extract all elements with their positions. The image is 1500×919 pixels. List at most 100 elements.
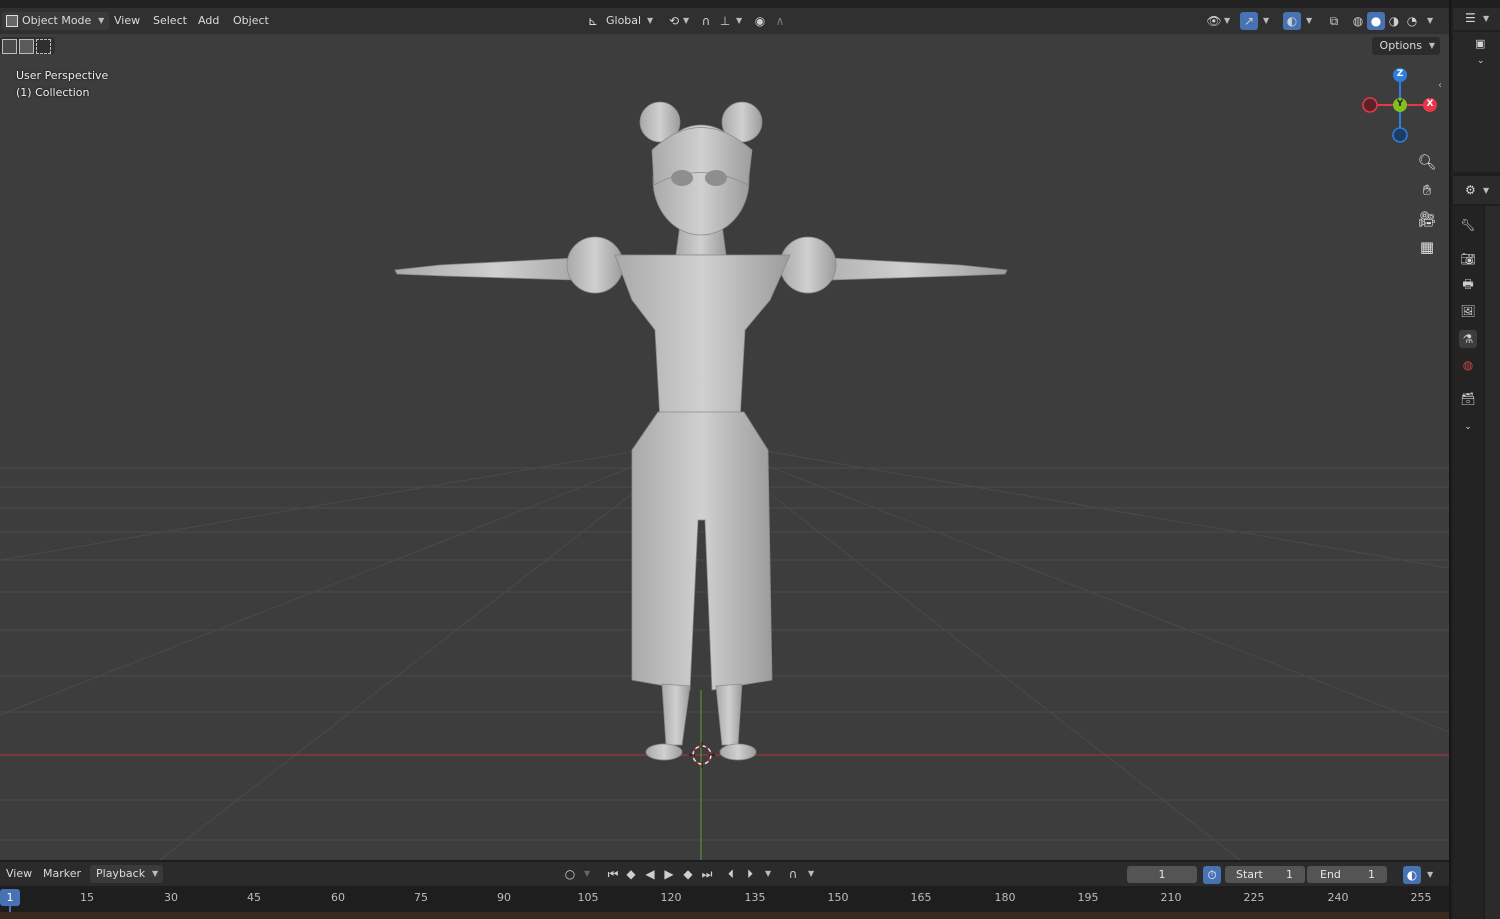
world-tab-icon[interactable]: ◍ [1459,356,1477,374]
options-dropdown[interactable]: Options ▼ [1371,37,1440,55]
ruler-tick: 120 [660,891,682,904]
ruler-tick: 150 [827,891,849,904]
overlays-toggle-icon[interactable]: ◐ [1283,12,1301,30]
solid-shading-icon[interactable]: ● [1367,12,1385,30]
jump-end-icon[interactable]: ⏭ [698,865,716,883]
3d-viewport[interactable]: Z X Y User Perspective (1) Collection Op… [0,0,1449,860]
select-new-icon[interactable] [2,39,17,54]
timeline-menu-view[interactable]: View [0,865,38,883]
view-layer-tab-icon[interactable]: 🖼︎ [1459,302,1477,320]
chevron-down-icon[interactable]: ▼ [765,869,771,878]
menu-add[interactable]: Add [192,12,225,30]
chevron-down-icon[interactable]: ▼ [1263,16,1269,25]
pan-hand-icon[interactable]: ✋︎ [1416,179,1438,201]
gizmo-x-label[interactable]: X [1424,99,1436,109]
ruler-tick: 255 [1410,891,1432,904]
right-side-panels: ☰ ▼ ▣ ⌄ ⚙ ▼ 🔧︎ 📷︎ 🖶 🖼︎ ⚗ ◍ 🗃︎ ⌄ [1449,0,1500,919]
auto-keying-icon[interactable]: ∩ [784,865,802,883]
chevron-down-icon: ▼ [98,16,105,25]
chevron-down-icon[interactable]: ▼ [683,16,689,25]
properties-header: ⚙ ▼ [1453,176,1500,204]
timeline-ruler[interactable]: 1 15 30 45 60 75 90 105 120 135 150 165 … [0,886,1449,919]
gizmo-z-label[interactable]: Z [1394,69,1406,79]
ruler-tick: 60 [331,891,345,904]
chevron-down-icon: ▼ [151,869,159,878]
scene-tab-icon[interactable]: ⚗ [1459,330,1477,348]
ruler-tick: 15 [80,891,94,904]
expand-arrow-icon[interactable]: ⌄ [1477,56,1485,66]
end-frame-field[interactable]: End 1 [1307,866,1387,883]
collection-tab-icon[interactable]: 🗃︎ [1459,390,1477,408]
timeline-menu-playback[interactable]: Playback ▼ [90,865,164,883]
orientation-dropdown[interactable]: ⊾ Global ▼ [584,12,657,30]
chevron-down-icon[interactable]: ▼ [1427,870,1433,879]
play-reverse-icon[interactable]: ◀ [641,865,659,883]
timeline-track-area[interactable] [0,912,1449,919]
timeline-menu-marker[interactable]: Marker [37,865,87,883]
options-label: Options [1379,39,1422,52]
chevron-down-icon[interactable]: ▼ [808,869,814,878]
chevron-down-icon[interactable]: ▼ [736,16,742,25]
preview-range-icon[interactable]: ⏱ [1203,866,1221,884]
current-frame-field[interactable]: 1 [1127,866,1197,883]
timeline-overlay-icon[interactable]: ◐ [1403,866,1421,884]
xray-toggle-icon[interactable]: ⧉ [1325,12,1343,30]
chevron-down-icon[interactable]: ▼ [1427,16,1433,25]
prev-keyframe-icon[interactable]: ◆ [622,865,640,883]
chevron-down-icon[interactable]: ▼ [1224,16,1230,25]
prev-frame-icon[interactable]: ⏴ [722,865,740,883]
menu-view[interactable]: View [108,12,146,30]
ruler-tick: 90 [497,891,511,904]
more-tabs-icon[interactable]: ⌄ [1459,418,1477,436]
viewport-scene [0,68,1449,860]
ruler-tick: 165 [910,891,932,904]
jump-start-icon[interactable]: ⏮ [604,865,622,883]
chevron-down-icon[interactable]: ▼ [1483,186,1489,195]
snap-increment-icon[interactable]: ⊥ [716,12,734,30]
visibility-eye-icon[interactable]: 👁︎ [1205,12,1223,30]
outliner-area[interactable]: ▣ ⌄ [1453,32,1500,172]
material-shading-icon[interactable]: ◑ [1385,12,1403,30]
play-icon[interactable]: ▶ [660,865,678,883]
chevron-down-icon[interactable]: ▼ [1306,16,1312,25]
chevron-down-icon: ▼ [1428,41,1435,50]
mode-dropdown[interactable]: Object Mode ▼ [2,12,110,30]
perspective-label: User Perspective [16,69,109,82]
workspace-tabs-strip [0,0,1449,8]
proportional-edit-icon[interactable]: ◉ [751,12,769,30]
gizmo-toggle-icon[interactable]: ↗ [1240,12,1258,30]
outliner-editor-icon[interactable]: ☰ [1465,11,1476,25]
keying-record-icon[interactable]: ○ [561,865,579,883]
chevron-down-icon[interactable]: ▼ [1483,14,1489,23]
ruler-tick: 180 [994,891,1016,904]
ruler-tick: 240 [1327,891,1349,904]
falloff-curve-icon[interactable]: ∧ [771,12,789,30]
menu-object[interactable]: Object [227,12,275,30]
start-frame-field[interactable]: Start 1 [1225,866,1305,883]
select-extend-icon[interactable] [19,39,34,54]
ortho-grid-icon[interactable]: ▦ [1416,236,1438,258]
snap-magnet-icon[interactable]: ∩ [697,12,715,30]
zoom-icon[interactable]: 🔍︎ [1416,151,1438,173]
menu-select[interactable]: Select [147,12,193,30]
next-keyframe-icon[interactable]: ◆ [679,865,697,883]
pivot-point-icon[interactable]: ⟲ [665,12,683,30]
playhead-marker[interactable]: 1 [0,889,20,906]
collapse-arrow-icon[interactable]: ‹ [1438,80,1442,91]
render-tab-icon[interactable]: 📷︎ [1459,250,1477,268]
orientation-axes-icon: ⊾ [588,14,599,28]
scene-collection-icon[interactable]: ▣ [1475,37,1485,50]
properties-editor-icon[interactable]: ⚙ [1465,183,1476,197]
ruler-tick: 195 [1077,891,1099,904]
wireframe-shading-icon[interactable]: ◍ [1349,12,1367,30]
chevron-down-icon[interactable]: ▼ [584,869,590,878]
mode-label: Object Mode [22,14,92,27]
select-subtract-icon[interactable] [36,39,51,54]
tool-tab-icon[interactable]: 🔧︎ [1459,216,1477,234]
gizmo-y-label[interactable]: Y [1394,99,1406,109]
properties-content[interactable] [1485,206,1500,919]
output-tab-icon[interactable]: 🖶 [1459,276,1477,294]
camera-view-icon[interactable]: 🎥︎ [1416,208,1438,230]
rendered-shading-icon[interactable]: ◔ [1403,12,1421,30]
next-frame-icon[interactable]: ⏵ [741,865,759,883]
